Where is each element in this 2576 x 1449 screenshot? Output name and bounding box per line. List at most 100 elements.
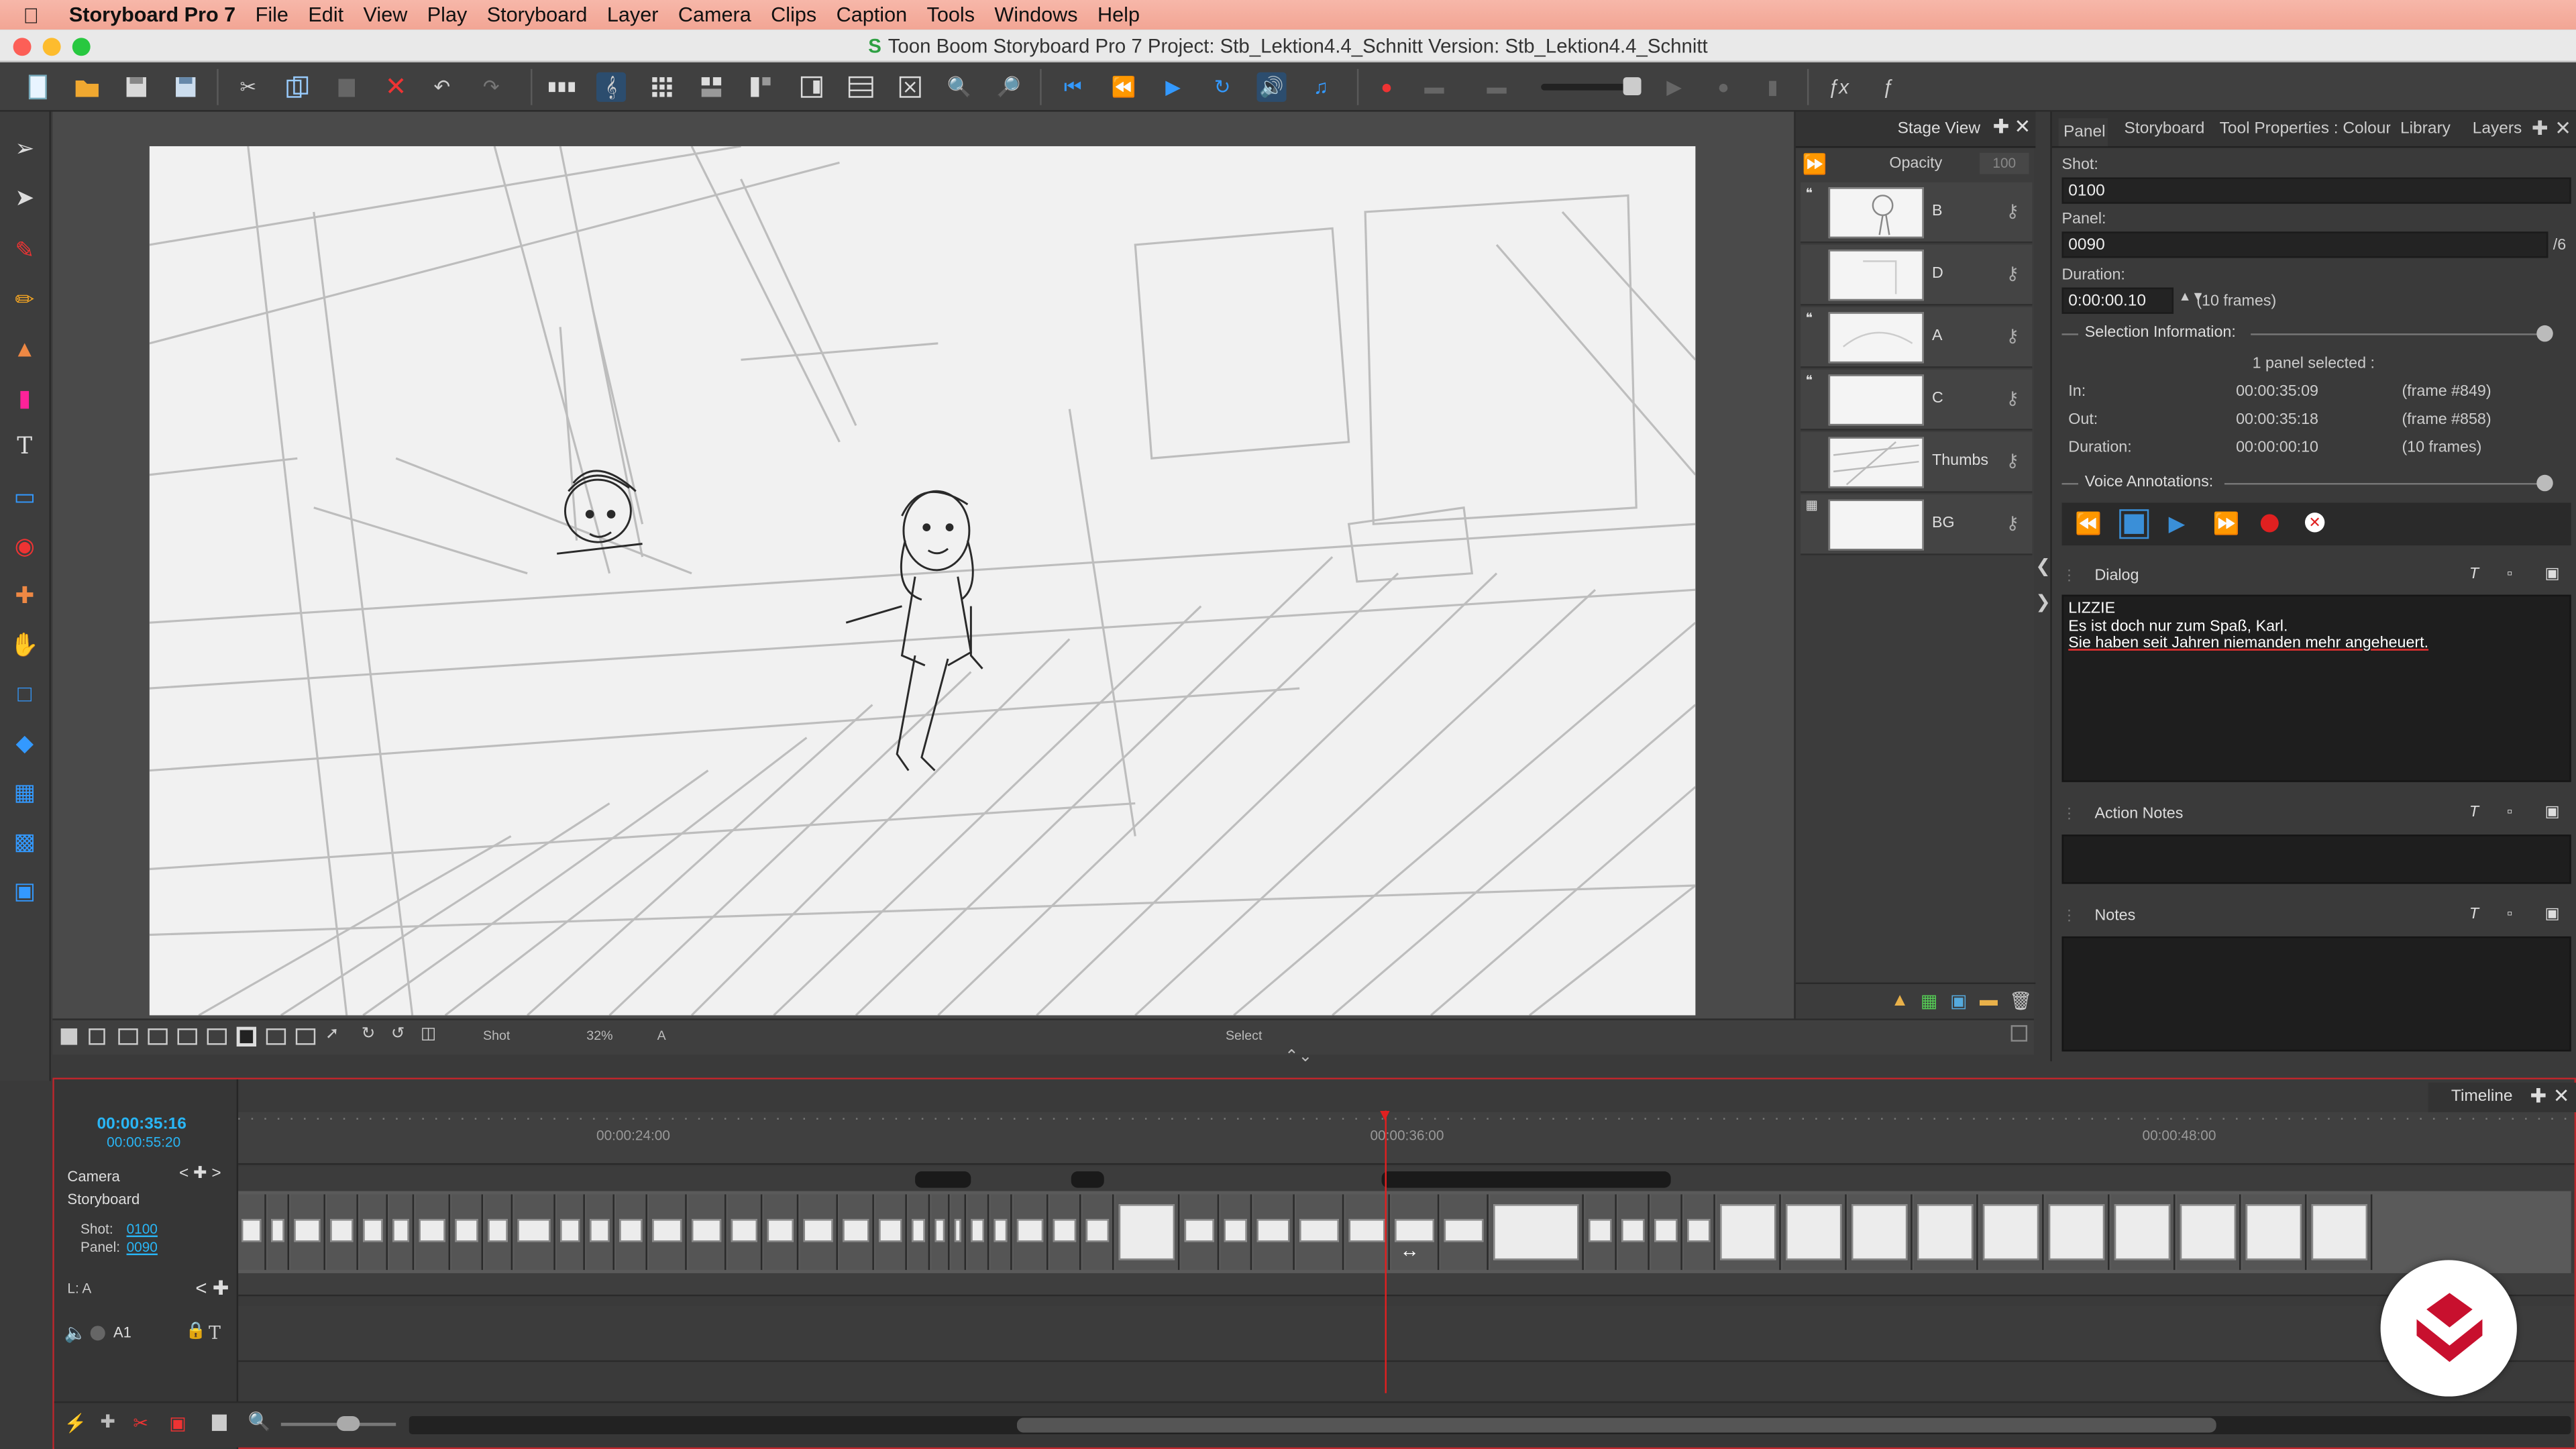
audio-lock-icon[interactable]: 🔒: [186, 1322, 206, 1340]
layer-row[interactable]: ❝ A ⚷: [1801, 307, 2033, 368]
dialog-textarea[interactable]: LIZZIE Es ist doch nur zum Spaß, Karl. S…: [2061, 594, 2571, 782]
undo-icon[interactable]: ↶: [427, 72, 457, 102]
storyboard-panel[interactable]: [1980, 1194, 2044, 1271]
storyboard-panel[interactable]: [389, 1194, 415, 1271]
column-icon[interactable]: ▮: [1758, 72, 1787, 102]
save-all-icon[interactable]: [171, 72, 201, 102]
timeline-shot-link[interactable]: 0100: [127, 1221, 158, 1237]
mark-icon[interactable]: ●: [1709, 72, 1738, 102]
text-format-icon[interactable]: T: [2469, 804, 2479, 822]
expand-layers-icon[interactable]: ⏩: [1803, 153, 1827, 176]
collapse-right-icon[interactable]: ❯: [2035, 592, 2051, 612]
audio-mute-icon[interactable]: 🔈: [64, 1322, 87, 1344]
timeline-panel-link[interactable]: 0090: [127, 1239, 158, 1255]
add-view-icon[interactable]: ✚: [1993, 115, 2010, 138]
time-ruler[interactable]: 00:00:24:00 00:00:36:00 00:00:48:00: [238, 1112, 2575, 1165]
close-panel-icon[interactable]: ✕: [2555, 117, 2571, 140]
zoom-in-icon[interactable]: 🔎: [994, 72, 1024, 102]
storyboard-panel[interactable]: [1220, 1194, 1252, 1271]
storyboard-panel[interactable]: [763, 1194, 799, 1271]
layer-folder-icon[interactable]: ▬: [1980, 991, 1998, 1010]
storyboard-panel[interactable]: [2308, 1194, 2373, 1271]
timeline-zoom-icon[interactable]: 🔍: [248, 1411, 271, 1432]
layer-link-icon[interactable]: ⚷: [2006, 450, 2019, 471]
storyboard-panel[interactable]: [327, 1194, 358, 1271]
timecode-display-icon[interactable]: [266, 1028, 286, 1045]
sound-icon[interactable]: 🔊: [1256, 72, 1287, 102]
camera-snapshot-icon[interactable]: [60, 1028, 78, 1045]
camera-keyframe[interactable]: [1381, 1171, 1671, 1188]
camera-track[interactable]: [238, 1166, 2575, 1193]
layer-row[interactable]: ❝ C ⚷: [1801, 370, 2033, 431]
timeline-mode-icon[interactable]: ⚡: [64, 1413, 87, 1434]
maximize-icon[interactable]: ▫: [2507, 565, 2512, 583]
stamp-tool-icon[interactable]: ▲: [8, 332, 41, 365]
tab-library[interactable]: Library: [2400, 120, 2459, 138]
camera-track-nav-icon[interactable]: < ✚ >: [179, 1165, 221, 1183]
storyboard-panel[interactable]: [238, 1194, 266, 1271]
layer-row[interactable]: ▦ BG ⚷: [1801, 494, 2033, 555]
layer-link-icon[interactable]: ⚷: [2006, 263, 2019, 284]
audio-track[interactable]: [238, 1305, 2575, 1362]
storyboard-panel[interactable]: [1618, 1194, 1650, 1271]
flip-view-icon[interactable]: ◫: [421, 1025, 436, 1043]
audio-solo-icon[interactable]: [90, 1326, 105, 1341]
storyboard-panel[interactable]: [1014, 1194, 1049, 1271]
storyboard-panel[interactable]: [1585, 1194, 1617, 1271]
voice-forward-icon[interactable]: ⏩: [2213, 511, 2240, 537]
camera-keyframe[interactable]: [1071, 1171, 1104, 1188]
layer-transform-icon[interactable]: ▣: [8, 874, 41, 907]
camera-keyframe[interactable]: [915, 1171, 971, 1188]
playback-speed-handle[interactable]: [1623, 77, 1642, 96]
storyboard-panel[interactable]: [1082, 1194, 1114, 1271]
overview-icon[interactable]: [846, 72, 875, 102]
collapse-left-icon[interactable]: ❮: [2035, 555, 2051, 576]
brush-tool-icon[interactable]: ✎: [8, 233, 41, 266]
grid-view-icon[interactable]: [647, 72, 677, 102]
storyboard-panel[interactable]: [451, 1194, 484, 1271]
storyboard-panel[interactable]: [990, 1194, 1012, 1271]
first-frame-icon[interactable]: ⏮: [1058, 72, 1087, 102]
duplicate-layer-icon[interactable]: ▣: [1950, 991, 1967, 1012]
storyboard-panel[interactable]: [616, 1194, 647, 1271]
hand-tool-icon[interactable]: ✋: [8, 628, 41, 661]
copy-icon[interactable]: [282, 72, 312, 102]
collapse-toggle-icon[interactable]: ⌃⌄: [1285, 1048, 1312, 1066]
menu-file[interactable]: File: [256, 3, 288, 26]
timeline-view-icon[interactable]: 𝄞: [596, 72, 627, 102]
close-window-button[interactable]: [13, 38, 32, 56]
bg-toggle-icon[interactable]: [207, 1028, 227, 1045]
function-icon[interactable]: ƒx: [1823, 72, 1853, 102]
text-format-icon[interactable]: T: [2469, 905, 2479, 923]
storyboard-panel[interactable]: [1684, 1194, 1715, 1271]
storyboard-panel[interactable]: [2110, 1194, 2176, 1271]
timeline-zoom-handle[interactable]: [337, 1416, 360, 1432]
display-mode-icon[interactable]: [236, 1026, 257, 1047]
new-project-icon[interactable]: [23, 72, 52, 102]
layer-toggle-icon[interactable]: ❝: [1805, 186, 1813, 201]
redo-icon[interactable]: ↷: [476, 72, 506, 102]
storyboard-panel[interactable]: [586, 1194, 614, 1271]
notes-menu-icon[interactable]: ▣: [2545, 905, 2560, 923]
paint-bucket-icon[interactable]: ◉: [8, 529, 41, 562]
voice-rewind-icon[interactable]: ⏪: [2075, 511, 2102, 537]
brush-preview-icon[interactable]: ➚: [325, 1025, 339, 1043]
storyboard-panel[interactable]: [875, 1194, 907, 1271]
menu-help[interactable]: Help: [1097, 3, 1140, 26]
voice-play-icon[interactable]: ▶: [2169, 511, 2185, 537]
save-icon[interactable]: [121, 72, 151, 102]
layer-link-icon[interactable]: ⚷: [2006, 325, 2019, 346]
rectangle-tool-icon[interactable]: ▭: [8, 480, 41, 513]
notes-menu-icon[interactable]: ▣: [2545, 804, 2560, 822]
storyboard-panel[interactable]: [268, 1194, 290, 1271]
timeline-remove-icon[interactable]: ▣: [169, 1413, 186, 1434]
storyboard-panel[interactable]: [1115, 1194, 1180, 1271]
storyboard-panel[interactable]: [1914, 1194, 1978, 1271]
storyboard-panel[interactable]: [931, 1194, 950, 1271]
storyboard-panel[interactable]: [649, 1194, 687, 1271]
menu-windows[interactable]: Windows: [994, 3, 1077, 26]
storyboard-panel[interactable]: [727, 1194, 763, 1271]
previous-panel-icon[interactable]: ⏪: [1109, 72, 1138, 102]
panel-field[interactable]: 0090: [2061, 231, 2548, 258]
layer-link-icon[interactable]: ⚷: [2006, 388, 2019, 409]
